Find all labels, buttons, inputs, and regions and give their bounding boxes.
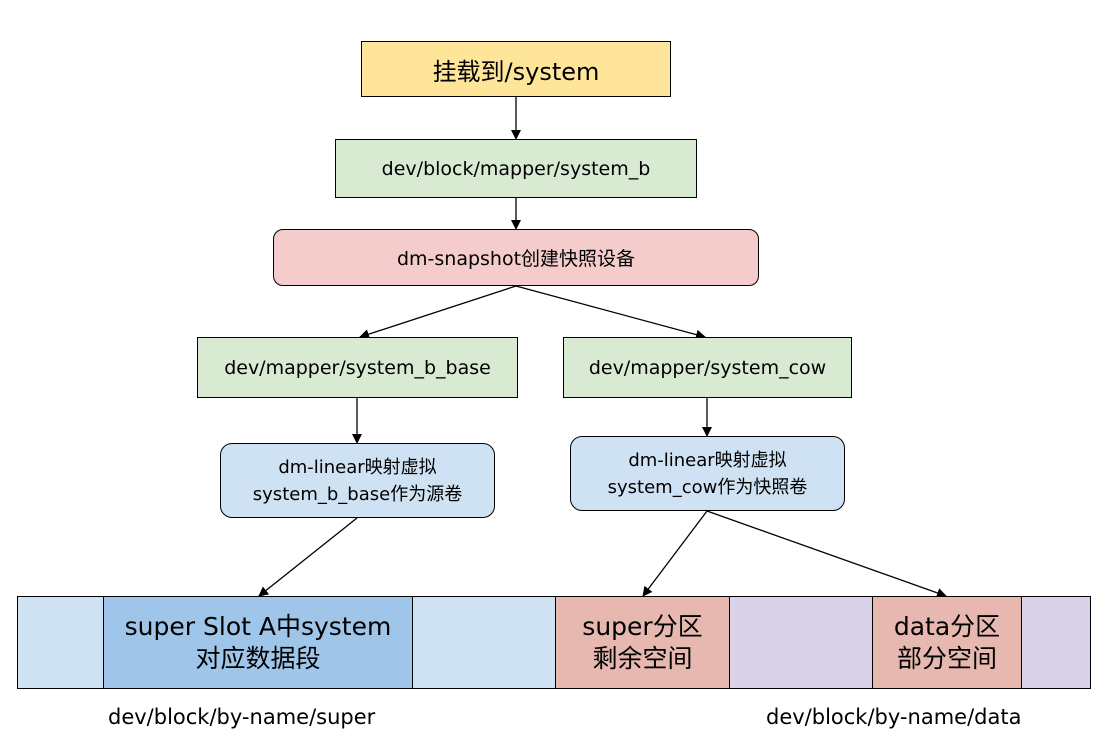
data-padding-left — [729, 596, 873, 689]
super-slot-a-segment: super Slot A中system 对应数据段 — [103, 596, 413, 689]
super-device-label: dev/block/by-name/super — [108, 705, 376, 729]
super-padding-middle — [412, 596, 556, 689]
diagram: 挂载到/system dev/block/mapper/system_b dm-… — [0, 0, 1109, 742]
system-b-base-node: dev/mapper/system_b_base — [197, 337, 518, 398]
arrow-linear-cow-to-super-remaining — [642, 510, 708, 597]
super-padding-left — [17, 596, 104, 689]
data-padding-right — [1021, 596, 1091, 689]
arrow-snapshot-to-base — [359, 285, 517, 339]
arrow-linear-base-to-super — [258, 517, 358, 597]
mount-system-node: 挂载到/system — [361, 41, 671, 97]
dm-linear-cow-node: dm-linear映射虚拟 system_cow作为快照卷 — [570, 436, 845, 511]
arrow-linear-cow-to-data — [706, 510, 947, 598]
system-cow-node: dev/mapper/system_cow — [563, 337, 852, 398]
data-part-segment: data分区 部分空间 — [872, 596, 1022, 689]
dm-linear-base-node: dm-linear映射虚拟 system_b_base作为源卷 — [220, 443, 495, 518]
dm-snapshot-node: dm-snapshot创建快照设备 — [273, 229, 759, 286]
data-device-label: dev/block/by-name/data — [766, 705, 1022, 729]
super-remaining-segment: super分区 剩余空间 — [555, 596, 730, 689]
arrow-snapshot-to-cow — [515, 285, 706, 340]
mapper-system-b-node: dev/block/mapper/system_b — [335, 139, 697, 198]
